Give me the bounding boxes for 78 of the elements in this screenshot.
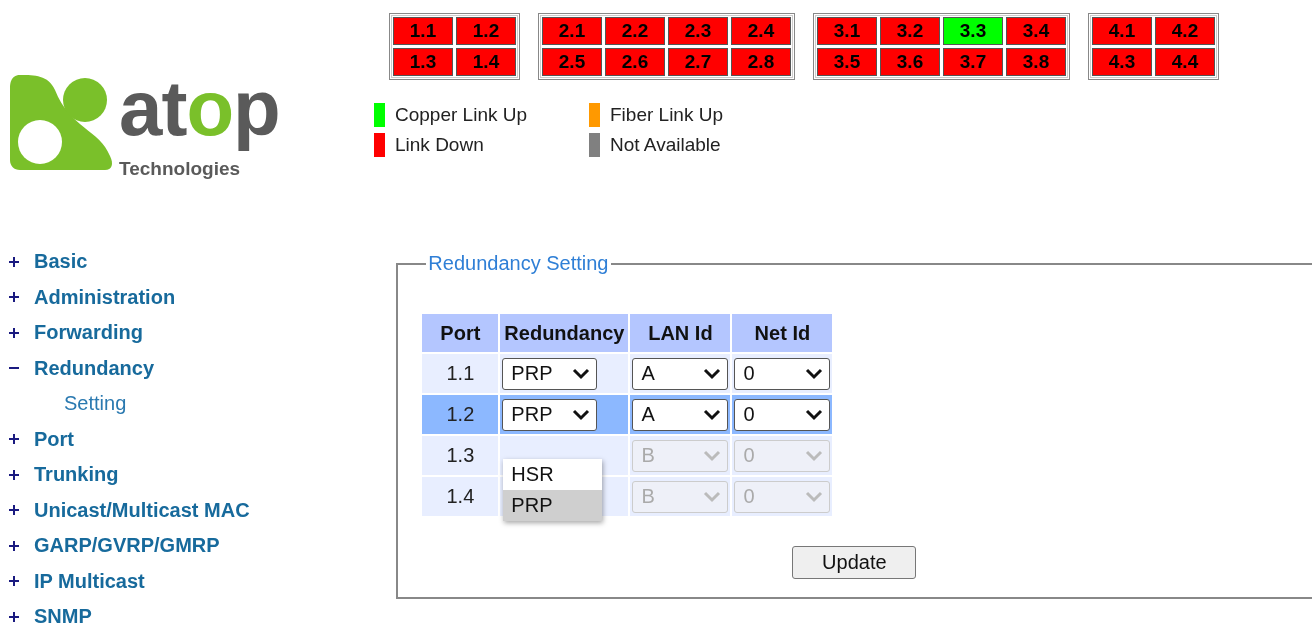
chevron-down-icon xyxy=(805,367,824,380)
port-cell: 1.4 xyxy=(422,477,499,516)
plus-icon[interactable] xyxy=(8,326,20,339)
legend-label: Not Available xyxy=(610,134,721,156)
sidebar-subitem[interactable]: Setting xyxy=(64,392,127,416)
logo-wordmark: atop xyxy=(119,63,280,155)
column-header: Port xyxy=(422,314,499,352)
dropdown-option[interactable]: HSR xyxy=(503,459,603,490)
plus-icon[interactable] xyxy=(8,468,20,481)
port-cell: 1.2 xyxy=(422,395,499,434)
sidebar-item[interactable]: Basic xyxy=(34,250,88,274)
port-status-tile: 3.4 xyxy=(1006,17,1066,45)
select-field[interactable]: PRP xyxy=(502,357,598,390)
port-status-tile: 3.3 xyxy=(943,17,1003,45)
legend-label: Link Down xyxy=(395,134,484,156)
sidebar-item[interactable]: IP Multicast xyxy=(34,569,145,593)
port-status-tile: 1.1 xyxy=(393,17,453,45)
sidebar-item[interactable]: Unicast/Multicast MAC xyxy=(34,498,250,522)
column-header: Net Id xyxy=(732,314,833,352)
port-status-tile: 1.4 xyxy=(456,48,516,76)
plus-icon[interactable] xyxy=(8,433,20,446)
port-status-tile: 2.2 xyxy=(605,17,665,45)
port-cell: 1.3 xyxy=(422,436,499,475)
sidebar-item[interactable]: SNMP xyxy=(34,605,92,629)
chevron-down-icon xyxy=(805,490,824,503)
port-status-tile: 3.7 xyxy=(943,48,1003,76)
chevron-down-icon xyxy=(703,449,722,462)
legend-label: Copper Link Up xyxy=(395,104,528,126)
logo-tagline: Technologies xyxy=(119,157,241,180)
plus-icon[interactable] xyxy=(8,504,20,517)
sidebar-item[interactable]: Forwarding xyxy=(34,321,143,345)
port-status-tile: 2.1 xyxy=(542,17,602,45)
port-status-tile: 3.2 xyxy=(880,17,940,45)
port-status-tile: 1.2 xyxy=(456,17,516,45)
plus-icon[interactable] xyxy=(8,610,20,623)
plus-icon[interactable] xyxy=(8,575,20,588)
port-status-tile: 4.4 xyxy=(1155,48,1215,76)
sidebar-item[interactable]: GARP/GVRP/GMRP xyxy=(34,534,220,558)
chevron-down-icon xyxy=(703,490,722,503)
port-status-tile: 2.4 xyxy=(731,17,791,45)
port-status-tile: 3.5 xyxy=(817,48,877,76)
select-field[interactable]: 0 xyxy=(734,357,831,390)
chevron-down-icon xyxy=(805,449,824,462)
port-status-tile: 2.5 xyxy=(542,48,602,76)
column-header: LAN Id xyxy=(630,314,731,352)
port-status-tile: 3.8 xyxy=(1006,48,1066,76)
plus-icon[interactable] xyxy=(8,539,20,552)
sidebar-item[interactable]: Port xyxy=(34,427,74,451)
port-status-tile: 2.8 xyxy=(731,48,791,76)
select-field[interactable]: A xyxy=(632,357,729,390)
column-header: Redundancy xyxy=(500,314,629,352)
chevron-down-icon xyxy=(572,408,591,421)
sidebar-item[interactable]: Trunking xyxy=(34,463,119,487)
select-field[interactable]: A xyxy=(632,398,729,431)
port-cell: 1.1 xyxy=(422,354,499,393)
chevron-down-icon xyxy=(703,367,722,380)
sidebar-item[interactable]: Redundancy xyxy=(34,356,155,380)
plus-icon[interactable] xyxy=(8,255,20,268)
dropdown-option[interactable]: PRP xyxy=(503,490,603,521)
plus-icon[interactable] xyxy=(8,291,20,304)
select-field[interactable]: PRP xyxy=(502,398,598,431)
port-status-tile: 3.6 xyxy=(880,48,940,76)
panel-title: Redundancy Setting xyxy=(427,252,610,275)
port-status-tile: 4.3 xyxy=(1092,48,1152,76)
port-status-tile: 2.6 xyxy=(605,48,665,76)
chevron-down-icon xyxy=(572,367,591,380)
port-status-tile: 2.3 xyxy=(668,17,728,45)
port-status-tile: 4.1 xyxy=(1092,17,1152,45)
select-field[interactable]: 0 xyxy=(734,398,831,431)
port-status-tile: 3.1 xyxy=(817,17,877,45)
chevron-down-icon xyxy=(805,408,824,421)
chevron-down-icon xyxy=(703,408,722,421)
update-button[interactable]: Update xyxy=(792,546,917,579)
sidebar-item[interactable]: Administration xyxy=(34,285,176,309)
port-status-tile: 1.3 xyxy=(393,48,453,76)
port-status-tile: 2.7 xyxy=(668,48,728,76)
legend-label: Fiber Link Up xyxy=(610,104,723,126)
port-status-tile: 4.2 xyxy=(1155,17,1215,45)
